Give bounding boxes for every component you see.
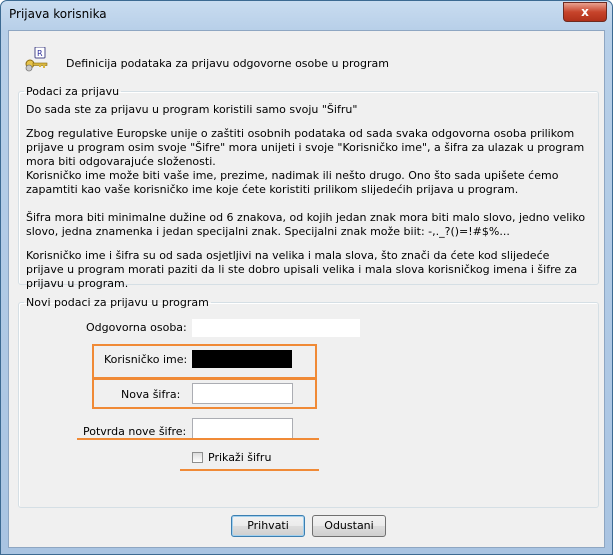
username-field[interactable] xyxy=(192,350,292,368)
info-paragraph: Korisničko ime može biti vaše ime, prezi… xyxy=(26,169,559,196)
confirm-button[interactable]: Prihvati xyxy=(231,515,305,537)
show-password-checkbox[interactable] xyxy=(192,452,203,463)
username-label: Korisničko ime: xyxy=(104,353,188,366)
responsible-person-label: Odgovorna osoba: xyxy=(86,321,187,334)
dialog-window: Prijava korisnika x R Definicija podatak… xyxy=(0,0,613,555)
close-button[interactable]: x xyxy=(563,2,607,22)
info-paragraph: Zbog regulative Europske unije o zaštiti… xyxy=(26,127,585,168)
header-description: Definicija podataka za prijavu odgovorne… xyxy=(66,57,389,70)
responsible-person-field[interactable] xyxy=(192,319,360,337)
info-paragraph: Šifra mora biti minimalne dužine od 6 zn… xyxy=(26,211,586,238)
show-password-label[interactable]: Prikaži šifru xyxy=(208,451,271,464)
new-password-field[interactable] xyxy=(192,383,293,404)
confirm-password-underline xyxy=(77,438,319,440)
title-bar[interactable]: Prijava korisnika x xyxy=(1,1,612,29)
new-password-label: Nova šifra: xyxy=(121,388,181,401)
info-paragraph: Korisničko ime i šifra su od sada osjetl… xyxy=(26,249,578,290)
svg-text:R: R xyxy=(37,49,43,58)
confirm-password-label: Potvrda nove šifre: xyxy=(83,425,187,438)
info-group-legend: Podaci za prijavu xyxy=(26,85,120,98)
show-password-underline xyxy=(180,469,319,471)
window-title: Prijava korisnika xyxy=(9,7,107,21)
keys-icon: R xyxy=(25,47,48,72)
confirm-password-field[interactable] xyxy=(192,418,293,439)
close-icon: x xyxy=(581,5,589,19)
dialog-body: R Definicija podataka za prijavu odgovor… xyxy=(8,30,605,548)
new-data-group-legend: Novi podaci za prijavu u program xyxy=(26,296,209,309)
cancel-button[interactable]: Odustani xyxy=(312,515,386,537)
info-paragraph: Do sada ste za prijavu u program koristi… xyxy=(26,103,358,116)
